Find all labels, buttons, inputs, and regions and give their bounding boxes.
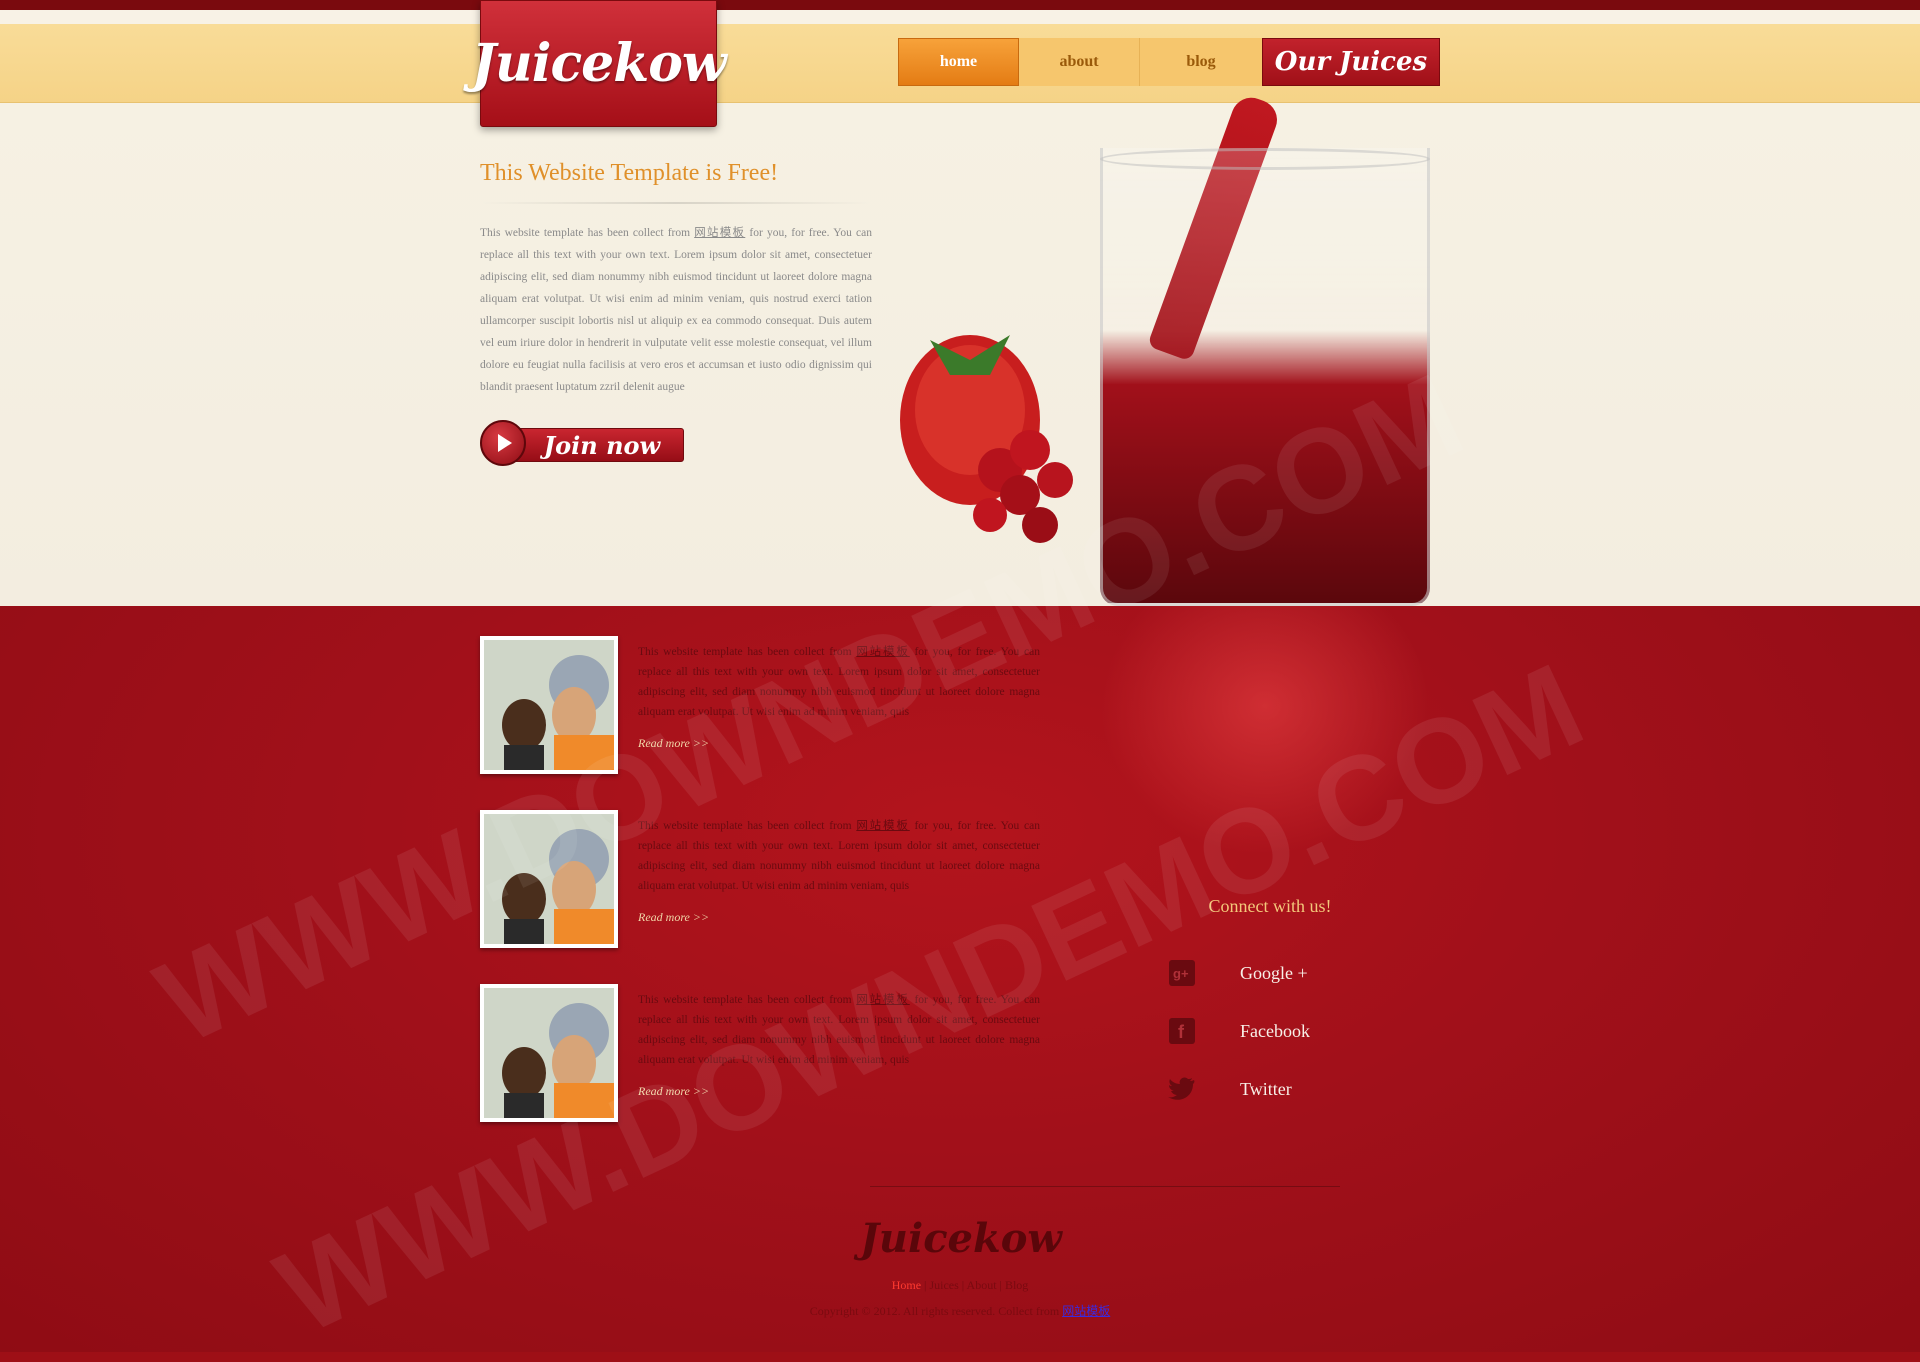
social-twitter[interactable]: Twitter [1168, 1071, 1388, 1107]
post-text-3: This website template has been collect f… [638, 990, 1040, 1070]
social-google-plus-label: Google + [1240, 962, 1308, 983]
social-twitter-label: Twitter [1240, 1078, 1292, 1099]
glass-rim [1100, 148, 1430, 170]
nav-our-juices-label: Our Juices [1274, 47, 1428, 77]
footer-link-about[interactable]: About [967, 1278, 997, 1292]
nav-about-label: about [1059, 53, 1099, 70]
svg-text:g+: g+ [1173, 966, 1189, 981]
nav-about[interactable]: about [1019, 38, 1140, 86]
post-link-3[interactable]: 网站模板 [856, 994, 909, 1006]
post-text-3-start: This website template has been collect f… [638, 994, 857, 1006]
post-thumbnail-3[interactable] [480, 984, 618, 1122]
social-google-plus[interactable]: g+ Google + [1168, 955, 1388, 991]
play-icon [480, 420, 526, 466]
footer-logo[interactable]: Juicekow [860, 1215, 1062, 1262]
glass-reflection [1100, 606, 1430, 856]
footer-nav: Home | Juices | About | Blog [891, 1278, 1029, 1292]
copyright-text: Copyright © 2012. All rights reserved. C… [809, 1304, 1060, 1318]
connect-title: Connect with us! [1208, 896, 1332, 916]
post-thumbnail-2[interactable] [480, 810, 618, 948]
berries-image [900, 335, 1073, 543]
read-more-link-1[interactable]: Read more >> [638, 736, 709, 751]
site-logo[interactable]: Juicekow [471, 0, 727, 127]
footer-copyright: Copyright © 2012. All rights reserved. C… [700, 1302, 1220, 1319]
post-item-2: This website template has been collect f… [480, 810, 1040, 950]
post-text-2-start: This website template has been collect f… [638, 820, 857, 832]
join-now-button[interactable]: Join now [480, 420, 686, 468]
read-more-link-3[interactable]: Read more >> [638, 1084, 709, 1099]
nav-home-label: home [939, 53, 978, 70]
post-item-3: This website template has been collect f… [480, 984, 1040, 1124]
footer-link-blog[interactable]: Blog [1005, 1278, 1028, 1292]
facebook-icon: f [1168, 1017, 1196, 1045]
main-nav: home about blog Our Juices [898, 38, 1440, 86]
footer-divider [870, 1186, 1340, 1187]
nav-our-juices[interactable]: Our Juices [1262, 38, 1440, 86]
nav-home[interactable]: home [898, 38, 1019, 86]
post-thumbnail-1[interactable] [480, 636, 618, 774]
copyright-link[interactable]: 网站模板 [1062, 1304, 1110, 1318]
hero-divider [480, 202, 872, 204]
hero-text-start: This website template has been collect f… [480, 227, 695, 239]
juice-glass [1100, 148, 1430, 606]
post-link-2[interactable]: 网站模板 [856, 820, 909, 832]
join-now-bar: Join now [500, 428, 684, 462]
post-text-1: This website template has been collect f… [638, 642, 1040, 722]
twitter-icon [1168, 1075, 1196, 1103]
footer-link-home[interactable]: Home [892, 1278, 921, 1292]
hero-title: This Website Template is Free! [480, 160, 779, 186]
hero-text-end: for you, for free. You can replace all t… [480, 227, 873, 393]
top-stripe [0, 10, 1920, 24]
post-text-1-start: This website template has been collect f… [638, 646, 857, 658]
google-plus-icon: g+ [1168, 959, 1196, 987]
footer-link-juices[interactable]: Juices [929, 1278, 958, 1292]
join-now-label: Join now [543, 430, 661, 460]
read-more-link-2[interactable]: Read more >> [638, 910, 709, 925]
nav-blog[interactable]: blog [1140, 38, 1262, 86]
logo-text: Juicekow [471, 33, 726, 94]
hero-template-link[interactable]: 网站模板 [694, 227, 745, 239]
social-facebook[interactable]: f Facebook [1168, 1013, 1388, 1049]
svg-text:f: f [1178, 1022, 1185, 1042]
top-bar [0, 0, 1920, 10]
post-item-1: This website template has been collect f… [480, 636, 1040, 776]
post-text-2: This website template has been collect f… [638, 816, 1040, 896]
nav-blog-label: blog [1186, 53, 1216, 70]
post-link-1[interactable]: 网站模板 [856, 646, 909, 658]
hero-paragraph: This website template has been collect f… [480, 222, 872, 398]
social-facebook-label: Facebook [1240, 1020, 1310, 1041]
